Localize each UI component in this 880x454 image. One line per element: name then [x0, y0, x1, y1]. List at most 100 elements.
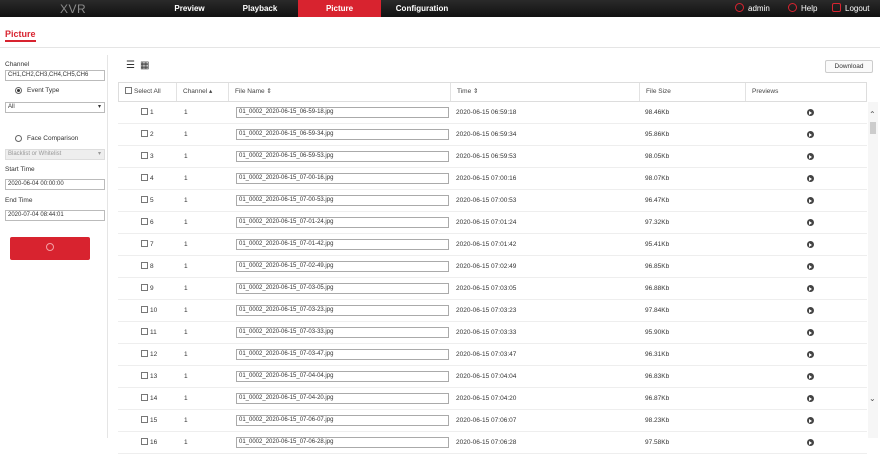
- row-select[interactable]: 9: [141, 278, 154, 300]
- table-row[interactable]: 9 1 01_0002_2020-06-15_07-03-05.jpg 2020-06…: [118, 278, 867, 300]
- row-file-name[interactable]: 01_0002_2020-06-15_07-04-04.jpg: [236, 371, 449, 382]
- table-row[interactable]: 15 1 01_0002_2020-06-15_07-06-07.jpg 2020-0…: [118, 410, 867, 432]
- table-row[interactable]: 4 1 01_0002_2020-06-15_07-00-16.jpg 2020-06…: [118, 168, 867, 190]
- row-checkbox[interactable]: [141, 217, 148, 225]
- row-file-name[interactable]: 01_0002_2020-06-15_06-59-18.jpg: [236, 107, 449, 118]
- preview-icon[interactable]: [807, 351, 814, 358]
- row-checkbox[interactable]: [141, 107, 148, 115]
- row-file-name[interactable]: 01_0002_2020-06-15_07-03-23.jpg: [236, 305, 449, 316]
- channel-header[interactable]: Channel ▴: [177, 83, 229, 101]
- table-row[interactable]: 6 1 01_0002_2020-06-15_07-01-24.jpg 2020-06…: [118, 212, 867, 234]
- preview-icon[interactable]: [807, 439, 814, 446]
- row-checkbox[interactable]: [141, 371, 148, 379]
- chevron-down-icon[interactable]: ⌄: [869, 394, 876, 403]
- download-button[interactable]: Download: [825, 60, 873, 73]
- row-checkbox[interactable]: [141, 239, 148, 247]
- channel-input[interactable]: CH1,CH2,CH3,CH4,CH5,CH6: [5, 70, 105, 81]
- help-link[interactable]: Help: [788, 0, 817, 17]
- preview-icon[interactable]: [807, 153, 814, 160]
- row-checkbox[interactable]: [141, 261, 148, 269]
- row-checkbox[interactable]: [141, 195, 148, 203]
- row-file-name[interactable]: 01_0002_2020-06-15_06-59-53.jpg: [236, 151, 449, 162]
- table-row[interactable]: 5 1 01_0002_2020-06-15_07-00-53.jpg 2020-06…: [118, 190, 867, 212]
- preview-icon[interactable]: [807, 417, 814, 424]
- chevron-up-icon[interactable]: ⌃: [869, 110, 876, 119]
- preview-icon[interactable]: [807, 219, 814, 226]
- table-row[interactable]: 8 1 01_0002_2020-06-15_07-02-49.jpg 2020-06…: [118, 256, 867, 278]
- row-checkbox[interactable]: [141, 349, 148, 357]
- row-file-name[interactable]: 01_0002_2020-06-15_06-59-34.jpg: [236, 129, 449, 140]
- row-select[interactable]: 13: [141, 366, 157, 388]
- table-row[interactable]: 11 1 01_0002_2020-06-15_07-03-33.jpg 2020-0…: [118, 322, 867, 344]
- row-file-name[interactable]: 01_0002_2020-06-15_07-06-07.jpg: [236, 415, 449, 426]
- preview-icon[interactable]: [807, 197, 814, 204]
- search-button[interactable]: [10, 237, 90, 260]
- user-menu[interactable]: admin: [735, 0, 770, 17]
- logout-link[interactable]: Logout: [832, 0, 869, 17]
- list-view-icon[interactable]: ☰: [126, 61, 136, 71]
- row-select[interactable]: 3: [141, 146, 154, 168]
- row-select[interactable]: 14: [141, 388, 157, 410]
- table-row[interactable]: 3 1 01_0002_2020-06-15_06-59-53.jpg 2020-06…: [118, 146, 867, 168]
- row-checkbox[interactable]: [141, 393, 148, 401]
- row-file-name[interactable]: 01_0002_2020-06-15_07-02-49.jpg: [236, 261, 449, 272]
- tab-configuration[interactable]: Configuration: [388, 0, 456, 17]
- tab-picture[interactable]: Picture: [298, 0, 381, 17]
- file-name-header[interactable]: File Name ⇕: [229, 83, 451, 101]
- table-row[interactable]: 2 1 01_0002_2020-06-15_06-59-34.jpg 2020-06…: [118, 124, 867, 146]
- row-file-name[interactable]: 01_0002_2020-06-15_07-00-16.jpg: [236, 173, 449, 184]
- face-comparison-radio[interactable]: [15, 135, 22, 142]
- preview-icon[interactable]: [807, 241, 814, 248]
- row-select[interactable]: 8: [141, 256, 154, 278]
- table-row[interactable]: 1 1 01_0002_2020-06-15_06-59-18.jpg 2020-06…: [118, 102, 867, 124]
- row-file-name[interactable]: 01_0002_2020-06-15_07-03-05.jpg: [236, 283, 449, 294]
- table-row[interactable]: 14 1 01_0002_2020-06-15_07-04-20.jpg 2020-0…: [118, 388, 867, 410]
- row-checkbox[interactable]: [141, 151, 148, 159]
- preview-icon[interactable]: [807, 131, 814, 138]
- scroll-thumb[interactable]: [870, 122, 876, 134]
- row-select[interactable]: 4: [141, 168, 154, 190]
- table-row[interactable]: 10 1 01_0002_2020-06-15_07-03-23.jpg 2020-0…: [118, 300, 867, 322]
- preview-icon[interactable]: [807, 285, 814, 292]
- row-select[interactable]: 12: [141, 344, 157, 366]
- row-select[interactable]: 16: [141, 432, 157, 454]
- tab-playback[interactable]: Playback: [230, 0, 290, 17]
- row-select[interactable]: 5: [141, 190, 154, 212]
- row-checkbox[interactable]: [141, 437, 148, 445]
- table-scrollbar[interactable]: ⌃ ⌄: [868, 102, 878, 438]
- select-all-header[interactable]: Select All: [119, 83, 177, 101]
- preview-icon[interactable]: [807, 329, 814, 336]
- row-checkbox[interactable]: [141, 129, 148, 137]
- row-file-name[interactable]: 01_0002_2020-06-15_07-04-20.jpg: [236, 393, 449, 404]
- row-checkbox[interactable]: [141, 283, 148, 291]
- preview-icon[interactable]: [807, 263, 814, 270]
- table-row[interactable]: 16 1 01_0002_2020-06-15_07-06-28.jpg 2020-0…: [118, 432, 867, 454]
- row-file-name[interactable]: 01_0002_2020-06-15_07-00-53.jpg: [236, 195, 449, 206]
- row-select[interactable]: 10: [141, 300, 157, 322]
- time-header[interactable]: Time ⇕: [451, 83, 640, 101]
- row-select[interactable]: 6: [141, 212, 154, 234]
- row-checkbox[interactable]: [141, 173, 148, 181]
- row-select[interactable]: 7: [141, 234, 154, 256]
- preview-icon[interactable]: [807, 175, 814, 182]
- row-file-name[interactable]: 01_0002_2020-06-15_07-01-42.jpg: [236, 239, 449, 250]
- table-row[interactable]: 7 1 01_0002_2020-06-15_07-01-42.jpg 2020-06…: [118, 234, 867, 256]
- row-file-name[interactable]: 01_0002_2020-06-15_07-03-47.jpg: [236, 349, 449, 360]
- row-checkbox[interactable]: [141, 415, 148, 423]
- event-type-radio[interactable]: [15, 87, 22, 94]
- row-select[interactable]: 2: [141, 124, 154, 146]
- start-time-input[interactable]: 2020-06-04 00:00:00: [5, 179, 105, 190]
- preview-icon[interactable]: [807, 109, 814, 116]
- row-file-name[interactable]: 01_0002_2020-06-15_07-06-28.jpg: [236, 437, 449, 448]
- end-time-input[interactable]: 2020-07-04 08:44:01: [5, 210, 105, 221]
- preview-icon[interactable]: [807, 373, 814, 380]
- row-select[interactable]: 11: [141, 322, 157, 344]
- event-type-select[interactable]: All ▾: [5, 102, 105, 113]
- row-checkbox[interactable]: [141, 327, 148, 335]
- select-all-checkbox[interactable]: [125, 86, 132, 94]
- preview-icon[interactable]: [807, 395, 814, 402]
- tab-preview[interactable]: Preview: [162, 0, 217, 17]
- row-checkbox[interactable]: [141, 305, 148, 313]
- table-row[interactable]: 13 1 01_0002_2020-06-15_07-04-04.jpg 2020-0…: [118, 366, 867, 388]
- row-file-name[interactable]: 01_0002_2020-06-15_07-01-24.jpg: [236, 217, 449, 228]
